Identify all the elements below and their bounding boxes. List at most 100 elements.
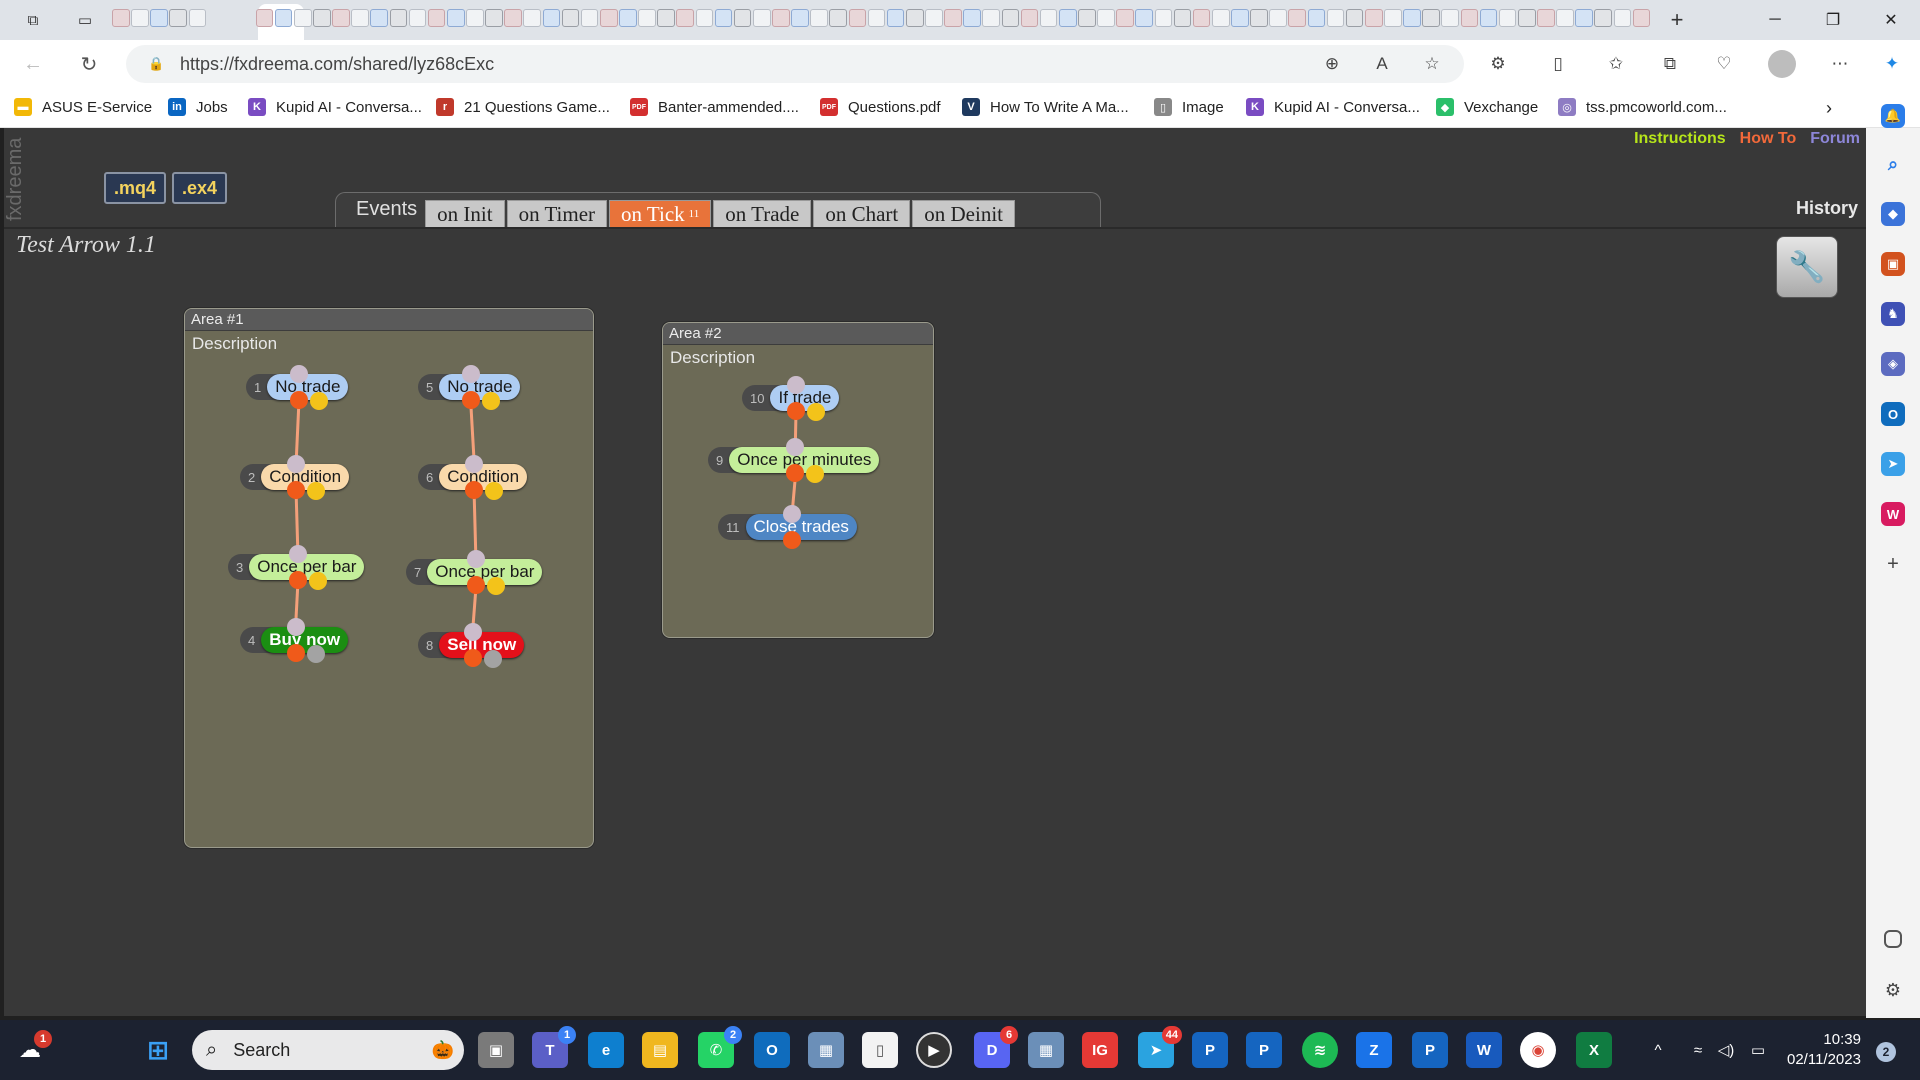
ex4-button[interactable]: .ex4 (172, 172, 228, 204)
tab-favicon[interactable] (1364, 9, 1383, 27)
output-connector[interactable] (286, 644, 305, 662)
tab-favicon[interactable] (1116, 9, 1134, 27)
favorites-icon[interactable]: ✩ (1602, 50, 1630, 78)
tab-favicon[interactable] (1460, 9, 1479, 27)
output-connector[interactable] (308, 572, 327, 590)
bookmark-item[interactable]: ◆ Vexchange (1436, 98, 1538, 116)
tab-favicon[interactable] (752, 9, 771, 27)
close-window-icon[interactable]: ✕ (1862, 0, 1920, 40)
area-description[interactable]: Description (185, 331, 593, 357)
tab-favicon[interactable] (1632, 9, 1651, 27)
tab-favicon[interactable] (1326, 9, 1345, 27)
bookmark-item[interactable]: K Kupid AI - Conversa... (248, 98, 422, 116)
tab-favicon[interactable] (1403, 9, 1421, 27)
tab-favicon[interactable] (580, 9, 599, 27)
tab-favicon[interactable] (676, 9, 695, 27)
tab-favicon[interactable] (169, 9, 188, 27)
bookmark-item[interactable]: ▬ ASUS E-Service (14, 98, 152, 116)
send-icon[interactable]: ➤ (1881, 452, 1905, 476)
tab-favicon[interactable] (504, 9, 522, 27)
address-bar[interactable]: 🔒 https://fxdreema.com/shared/lyz68cExc (126, 45, 1464, 83)
settings-gear-icon[interactable]: ⚙ (1881, 978, 1905, 1002)
read-aloud-icon[interactable]: A (1368, 50, 1396, 78)
tab-favicon[interactable] (408, 9, 427, 27)
bookmark-item[interactable]: ▯ Image (1154, 98, 1224, 116)
new-tab-icon[interactable]: + (1662, 6, 1692, 34)
tab-favicon[interactable] (1422, 9, 1440, 27)
telegram-icon[interactable]: ➤ 44 (1138, 1026, 1182, 1068)
discord-icon[interactable]: D6 (974, 1026, 1018, 1068)
start-windows-icon[interactable]: ⊞ (140, 1032, 176, 1068)
howto-link[interactable]: How To (1740, 130, 1797, 148)
bookmark-item[interactable]: PDF Banter-ammended.... (630, 98, 799, 116)
input-connector[interactable] (466, 550, 485, 568)
notifications-bell-icon[interactable]: 🔔 (1881, 104, 1905, 128)
edge-icon[interactable]: e (588, 1032, 624, 1068)
tab-favicon[interactable] (351, 9, 369, 27)
sidebar-toggle-icon[interactable] (1884, 930, 1902, 948)
tab-favicon[interactable] (829, 9, 848, 27)
tab-favicon[interactable] (1211, 9, 1230, 27)
tab-favicon[interactable] (714, 9, 733, 27)
tab-favicon[interactable] (810, 9, 828, 27)
output-connector[interactable] (481, 392, 500, 410)
tab-favicon[interactable] (657, 9, 675, 27)
excel-icon[interactable]: X (1576, 1032, 1612, 1068)
tab-favicon[interactable] (619, 9, 637, 27)
tab-favicon[interactable] (982, 9, 1001, 27)
zoom-icon[interactable]: ⊕ (1318, 50, 1346, 78)
tab-favicon[interactable] (944, 9, 962, 27)
search-icon[interactable]: ⌕ (1881, 152, 1905, 176)
performance-icon[interactable]: ♡ (1710, 50, 1738, 78)
tab-favicon[interactable] (1192, 9, 1211, 27)
show-hidden-icons-icon[interactable]: ^ (1640, 1032, 1676, 1068)
output-connector[interactable] (463, 649, 482, 667)
input-connector[interactable] (461, 365, 480, 383)
tab-on-deinit[interactable]: on Deinit (912, 200, 1016, 228)
tab-favicon[interactable] (848, 9, 867, 27)
bookmark-item[interactable]: PDF Questions.pdf (820, 98, 941, 116)
area-title[interactable]: Area #2 (663, 323, 933, 345)
app-w-icon[interactable]: W (1881, 502, 1905, 526)
tab-favicon[interactable] (599, 9, 618, 27)
tab-favicon[interactable] (1517, 9, 1536, 27)
tab-favicon[interactable] (1269, 9, 1287, 27)
back-icon[interactable]: ← (16, 48, 50, 80)
tab-favicon[interactable] (313, 9, 331, 27)
output-connector[interactable] (486, 577, 505, 595)
outlook-icon[interactable]: O (754, 1032, 790, 1068)
task-view-icon[interactable]: ▣ (478, 1032, 514, 1068)
favorite-star-icon[interactable]: ☆ (1418, 50, 1446, 78)
output-connector[interactable] (483, 650, 502, 668)
tab-favicon[interactable] (1250, 9, 1268, 27)
tab-favicon[interactable] (523, 9, 542, 27)
clock[interactable]: 10:39 02/11/2023 (1787, 1030, 1861, 1070)
tab-favicon[interactable] (293, 9, 312, 27)
add-app-icon[interactable]: + (1881, 552, 1905, 576)
teams-icon[interactable]: T1 (532, 1026, 576, 1068)
output-connector[interactable] (306, 645, 325, 663)
restore-icon[interactable]: ❐ (1804, 0, 1862, 40)
input-connector[interactable] (286, 618, 305, 636)
tab-favicon[interactable] (867, 9, 886, 27)
wrench-settings-icon[interactable]: 🔧 (1776, 236, 1838, 298)
output-connector[interactable] (289, 391, 308, 409)
volume-icon[interactable]: ◁) (1708, 1032, 1744, 1068)
tab-favicon[interactable] (131, 9, 149, 27)
tab-favicon[interactable] (1556, 9, 1574, 27)
tab-favicon[interactable] (150, 9, 168, 27)
tab-favicon[interactable] (1537, 9, 1555, 27)
tab-favicon[interactable] (1441, 9, 1460, 27)
tab-favicon[interactable] (1288, 9, 1307, 27)
gallery-icon[interactable]: ▦ (1028, 1032, 1064, 1068)
tab-favicon[interactable] (112, 9, 130, 27)
tab-favicon[interactable] (1307, 9, 1326, 27)
p-app-icon[interactable]: P (1412, 1032, 1448, 1068)
tab-favicon[interactable] (188, 9, 207, 27)
refresh-icon[interactable]: ↻ (72, 48, 106, 80)
tab-favicon[interactable] (1173, 9, 1192, 27)
tab-favicon[interactable] (1384, 9, 1402, 27)
bookmark-item[interactable]: in Jobs (168, 98, 228, 116)
search-placeholder[interactable]: Search (233, 1040, 290, 1061)
output-connector[interactable] (461, 391, 480, 409)
